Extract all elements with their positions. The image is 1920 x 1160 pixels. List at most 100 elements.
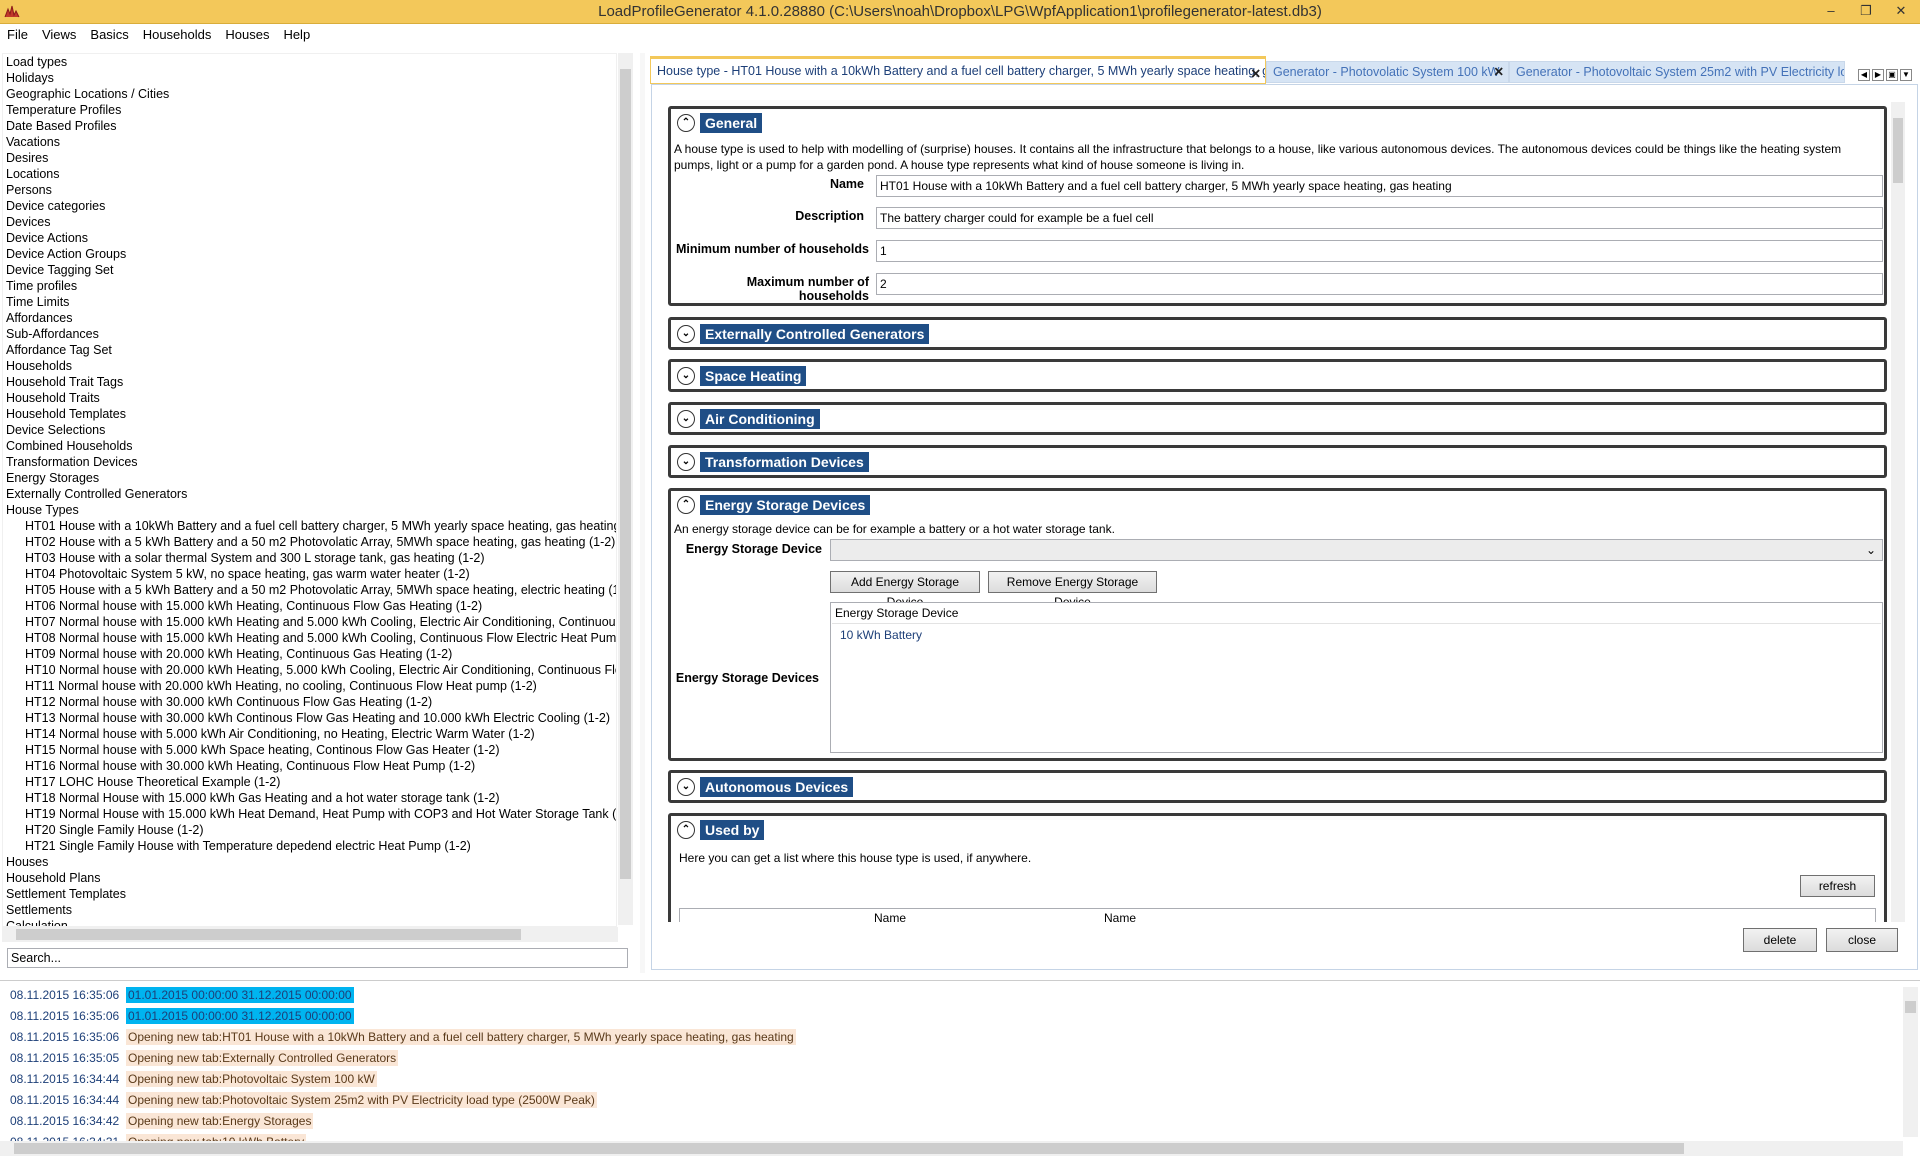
- tree-item-category[interactable]: Affordance Tag Set: [3, 342, 616, 358]
- tree-item-house-type[interactable]: HT02 House with a 5 kWh Battery and a 50…: [3, 534, 616, 550]
- max-households-field[interactable]: 2: [876, 273, 1883, 295]
- tab-scroll-right-icon[interactable]: ▶: [1872, 69, 1884, 81]
- tree-item-house-type[interactable]: HT08 Normal house with 15.000 kWh Heatin…: [3, 630, 616, 646]
- tree-item-category[interactable]: Combined Households: [3, 438, 616, 454]
- min-households-field[interactable]: 1: [876, 240, 1883, 262]
- tree-item-house-type[interactable]: HT10 Normal house with 20.000 kWh Heatin…: [3, 662, 616, 678]
- tree-item-category[interactable]: Households: [3, 358, 616, 374]
- tree-item-category[interactable]: Device Action Groups: [3, 246, 616, 262]
- tree-item-category[interactable]: Device Tagging Set: [3, 262, 616, 278]
- tree-item-house-type[interactable]: HT18 Normal House with 15.000 kWh Gas He…: [3, 790, 616, 806]
- tab-house-type-ht01[interactable]: House type - HT01 House with a 10kWh Bat…: [650, 56, 1266, 84]
- used-by-list[interactable]: Name Name: [679, 908, 1876, 922]
- tree-item-house-type[interactable]: HT06 Normal house with 15.000 kWh Heatin…: [3, 598, 616, 614]
- close-window-button[interactable]: ✕: [1886, 1, 1916, 21]
- tab-scroll-left-icon[interactable]: ◀: [1858, 69, 1870, 81]
- tree-item-category[interactable]: Energy Storages: [3, 470, 616, 486]
- tree-item-category[interactable]: Geographic Locations / Cities: [3, 86, 616, 102]
- tree-item-category[interactable]: Holidays: [3, 70, 616, 86]
- tab-generator-pv-100kw[interactable]: Generator - Photovolatic System 100 kW ✕: [1266, 61, 1509, 83]
- tree-vertical-scroll-thumb[interactable]: [620, 69, 631, 879]
- tree-item-house-type[interactable]: HT07 Normal house with 15.000 kWh Heatin…: [3, 614, 616, 630]
- pane-splitter[interactable]: [640, 53, 645, 973]
- tree-item-house-type[interactable]: HT16 Normal house with 30.000 kWh Heatin…: [3, 758, 616, 774]
- tree-item-category[interactable]: Household Templates: [3, 406, 616, 422]
- log-entry[interactable]: 08.11.2015 16:35:06 01.01.2015 00:00:00 3…: [10, 1008, 354, 1026]
- tree-item-house-type[interactable]: HT11 Normal house with 20.000 kWh Heatin…: [3, 678, 616, 694]
- tab-list-icon[interactable]: ▣: [1886, 69, 1898, 81]
- tree-item-category[interactable]: Externally Controlled Generators: [3, 486, 616, 502]
- tree-item-category[interactable]: Calculation: [3, 918, 616, 926]
- log-horizontal-scroll-thumb[interactable]: [14, 1143, 1684, 1154]
- description-field[interactable]: The battery charger could for example be…: [876, 207, 1883, 229]
- collapse-toggle-icon[interactable]: ⌃: [677, 821, 695, 839]
- expand-toggle-icon[interactable]: ⌄: [677, 778, 695, 796]
- tree-item-category[interactable]: Locations: [3, 166, 616, 182]
- tree-item-category[interactable]: Devices: [3, 214, 616, 230]
- tree-horizontal-scrollbar[interactable]: [2, 927, 618, 942]
- log-vertical-scrollbar[interactable]: [1903, 987, 1918, 1137]
- tree-item-house-type[interactable]: HT19 Normal House with 15.000 kWh Heat D…: [3, 806, 616, 822]
- menu-views[interactable]: Views: [35, 24, 83, 42]
- tree-item-category[interactable]: Affordances: [3, 310, 616, 326]
- tree-item-category[interactable]: Device Selections: [3, 422, 616, 438]
- used-by-column-name-2[interactable]: Name: [1104, 911, 1136, 922]
- tree-item-house-type[interactable]: HT13 Normal house with 30.000 kWh Contin…: [3, 710, 616, 726]
- delete-button[interactable]: delete: [1743, 928, 1817, 952]
- tree-item-category[interactable]: Time profiles: [3, 278, 616, 294]
- remove-energy-storage-device-button[interactable]: Remove Energy Storage Device: [988, 571, 1157, 609]
- list-item[interactable]: 10 kWh Battery: [840, 628, 922, 642]
- tree-item-house-type[interactable]: HT05 House with a 5 kWh Battery and a 50…: [3, 582, 616, 598]
- tree-item-category[interactable]: Temperature Profiles: [3, 102, 616, 118]
- tab-close-icon[interactable]: ✕: [1494, 62, 1504, 82]
- tree-horizontal-scroll-thumb[interactable]: [16, 929, 521, 940]
- tree-item-house-type[interactable]: HT03 House with a solar thermal System a…: [3, 550, 616, 566]
- menu-help[interactable]: Help: [276, 24, 317, 42]
- tree-item-category[interactable]: Settlement Templates: [3, 886, 616, 902]
- tree-search-input[interactable]: [7, 948, 628, 968]
- tree-item-category[interactable]: Desires: [3, 150, 616, 166]
- menu-file[interactable]: File: [0, 24, 35, 42]
- menu-basics[interactable]: Basics: [83, 24, 135, 42]
- used-by-column-name[interactable]: Name: [874, 911, 906, 922]
- tab-generator-pv-25m2[interactable]: Generator - Photovoltaic System 25m2 wit…: [1509, 61, 1845, 83]
- collapse-toggle-icon[interactable]: ⌃: [677, 496, 695, 514]
- tree-item-category[interactable]: Persons: [3, 182, 616, 198]
- tree-item-house-type[interactable]: HT20 Single Family House (1-2): [3, 822, 616, 838]
- tree-item-category[interactable]: Household Trait Tags: [3, 374, 616, 390]
- log-entry[interactable]: 08.11.2015 16:34:44 Opening new tab:Photo…: [10, 1092, 597, 1110]
- expand-toggle-icon[interactable]: ⌄: [677, 367, 695, 385]
- expand-toggle-icon[interactable]: ⌄: [677, 325, 695, 343]
- expand-toggle-icon[interactable]: ⌄: [677, 453, 695, 471]
- tree-item-house-type[interactable]: HT09 Normal house with 20.000 kWh Heatin…: [3, 646, 616, 662]
- tree-item-category[interactable]: Date Based Profiles: [3, 118, 616, 134]
- log-entry[interactable]: 08.11.2015 16:35:06 01.01.2015 00:00:00 3…: [10, 987, 354, 1005]
- restore-button[interactable]: ❐: [1851, 1, 1881, 21]
- tree-item-house-type[interactable]: HT04 Photovoltaic System 5 kW, no space …: [3, 566, 616, 582]
- editor-vertical-scrollbar[interactable]: [1891, 102, 1905, 922]
- list-column-header[interactable]: Energy Storage Device: [835, 606, 958, 620]
- tree-item-category[interactable]: Settlements: [3, 902, 616, 918]
- tree-item-category[interactable]: Transformation Devices: [3, 454, 616, 470]
- tree-item-category[interactable]: Household Plans: [3, 870, 616, 886]
- tree-item-category[interactable]: Household Traits: [3, 390, 616, 406]
- tree-item-category[interactable]: Vacations: [3, 134, 616, 150]
- tree-item-category[interactable]: Load types: [3, 54, 616, 70]
- log-entry[interactable]: 08.11.2015 16:35:05 Opening new tab:Exter…: [10, 1050, 399, 1068]
- tree-item-category[interactable]: Sub-Affordances: [3, 326, 616, 342]
- menu-houses[interactable]: Houses: [218, 24, 276, 42]
- tree-item-house-type[interactable]: HT14 Normal house with 5.000 kWh Air Con…: [3, 726, 616, 742]
- menu-households[interactable]: Households: [136, 24, 219, 42]
- add-energy-storage-device-button[interactable]: Add Energy Storage Device: [830, 571, 980, 609]
- tree-item-house-type[interactable]: HT01 House with a 10kWh Battery and a fu…: [3, 518, 616, 534]
- expand-toggle-icon[interactable]: ⌄: [677, 410, 695, 428]
- log-entry[interactable]: 08.11.2015 16:34:42 Opening new tab:Energ…: [10, 1113, 314, 1131]
- tree-item-house-type[interactable]: HT15 Normal house with 5.000 kWh Space h…: [3, 742, 616, 758]
- tree-item-house-type[interactable]: HT17 LOHC House Theoretical Example (1-2…: [3, 774, 616, 790]
- name-field[interactable]: HT01 House with a 10kWh Battery and a fu…: [876, 175, 1883, 197]
- log-vertical-scroll-thumb[interactable]: [1905, 1001, 1916, 1013]
- log-entry[interactable]: 08.11.2015 16:35:06 Opening new tab:HT01 …: [10, 1029, 796, 1047]
- log-entry[interactable]: 08.11.2015 16:34:44 Opening new tab:Photo…: [10, 1071, 377, 1089]
- tree-item-category[interactable]: Device Actions: [3, 230, 616, 246]
- tree-item-category[interactable]: Time Limits: [3, 294, 616, 310]
